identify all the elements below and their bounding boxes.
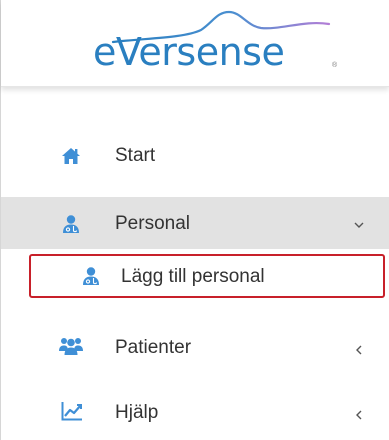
eversense-logo[interactable]: eVersense ® [89,8,349,78]
sidebar-item-label: Personal [115,213,190,234]
patients-icon [59,338,83,355]
chart-line-icon [61,402,82,421]
chevron-down-icon[interactable] [353,219,365,231]
sidebar-item-label: Hjälp [115,402,159,423]
app-frame: eVersense ® Start Personal Lägg till per… [0,0,389,440]
sidebar-item-personal[interactable]: Personal [1,197,389,249]
home-icon [62,148,80,164]
staff-icon [83,267,99,285]
sidebar-item-label: Start [115,145,156,166]
sidebar-subitem-add-staff[interactable]: Lägg till personal [29,254,385,298]
sidebar-item-help[interactable]: Hjälp [1,386,389,438]
sidebar-item-label: Patienter [115,337,192,358]
logo-header: eVersense ® [1,0,389,87]
chevron-left-icon[interactable] [353,409,365,421]
sidebar-item-start[interactable]: Start [1,130,389,182]
logo-text: eVersense [93,30,285,74]
registered-mark: ® [332,62,338,69]
staff-icon [63,215,79,233]
chevron-left-icon[interactable] [353,344,365,356]
sidebar-subitem-label: Lägg till personal [121,266,265,287]
sidebar-item-patients[interactable]: Patienter [1,322,389,374]
